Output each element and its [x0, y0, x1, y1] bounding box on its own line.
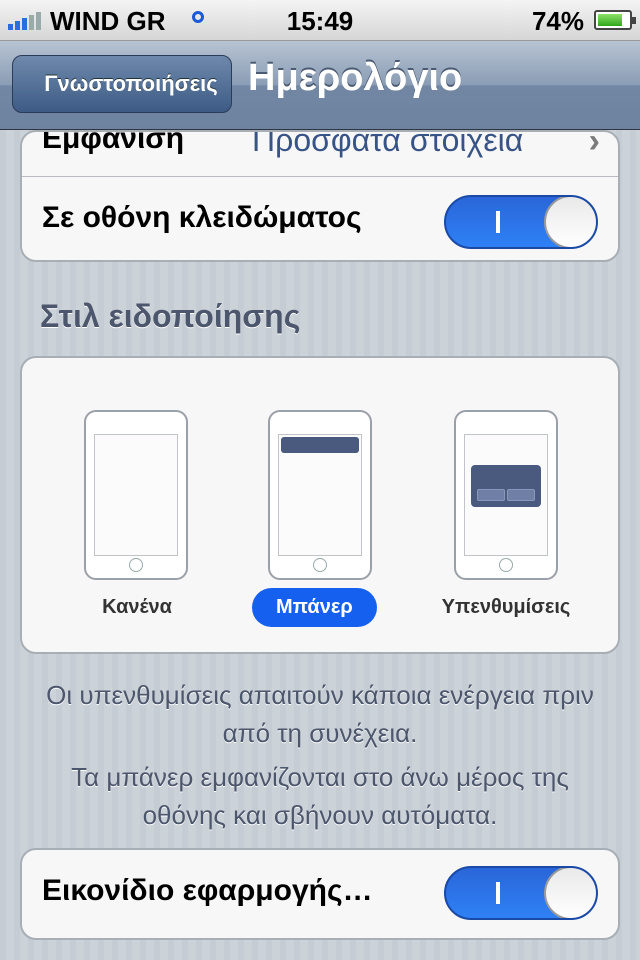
style-none-label[interactable]: Κανένα	[62, 596, 212, 619]
toggle-knob	[544, 868, 596, 918]
style-banner-option[interactable]	[268, 410, 372, 580]
view-value: Πρόσφατα στοιχεία	[252, 130, 524, 158]
lock-screen-toggle[interactable]	[444, 195, 598, 249]
page-title: Ημερολόγιο	[248, 57, 463, 99]
alerts-note: Οι υπενθυμίσεις απαιτούν κάποια ενέργεια…	[46, 680, 594, 748]
battery-icon	[594, 10, 636, 30]
badge-label: Εικονίδιο εφαρμογής…	[42, 874, 373, 907]
back-button[interactable]: Γνωστοποιήσεις	[12, 55, 232, 113]
lock-screen-label: Σε οθόνη κλειδώματος	[42, 201, 362, 234]
badge-toggle[interactable]	[444, 866, 598, 920]
style-banner-label[interactable]: Μπάνερ	[252, 588, 377, 627]
alert-style-panel: Κανένα Μπάνερ Υπενθυμίσεις	[20, 356, 620, 654]
badge-row: Εικονίδιο εφαρμογής…	[22, 850, 618, 938]
view-label: Εμφάνιση	[42, 130, 185, 155]
navigation-bar: Γνωστοποιήσεις Ημερολόγιο	[0, 41, 640, 130]
status-bar: WIND GR 15:49 74%	[0, 0, 640, 41]
alert-style-header: Στιλ ειδοποίησης	[40, 298, 301, 334]
chevron-right-icon: ›	[588, 130, 600, 160]
style-alerts-label[interactable]: Υπενθυμίσεις	[426, 596, 586, 619]
badge-group: Εικονίδιο εφαρμογής…	[20, 848, 620, 940]
lock-screen-row: Σε οθόνη κλειδώματος	[22, 177, 618, 260]
style-alerts-option[interactable]	[454, 410, 558, 580]
toggle-knob	[544, 197, 596, 247]
style-none-option[interactable]	[84, 410, 188, 580]
battery-percent: 74%	[531, 6, 584, 36]
view-row[interactable]: Εμφάνιση Πρόσφατα στοιχεία ›	[22, 132, 618, 176]
settings-group-top: Εμφάνιση Πρόσφατα στοιχεία › Σε οθόνη κλ…	[20, 130, 620, 262]
banners-note: Τα μπάνερ εμφανίζονται στο άνω μέρος της…	[71, 762, 569, 830]
